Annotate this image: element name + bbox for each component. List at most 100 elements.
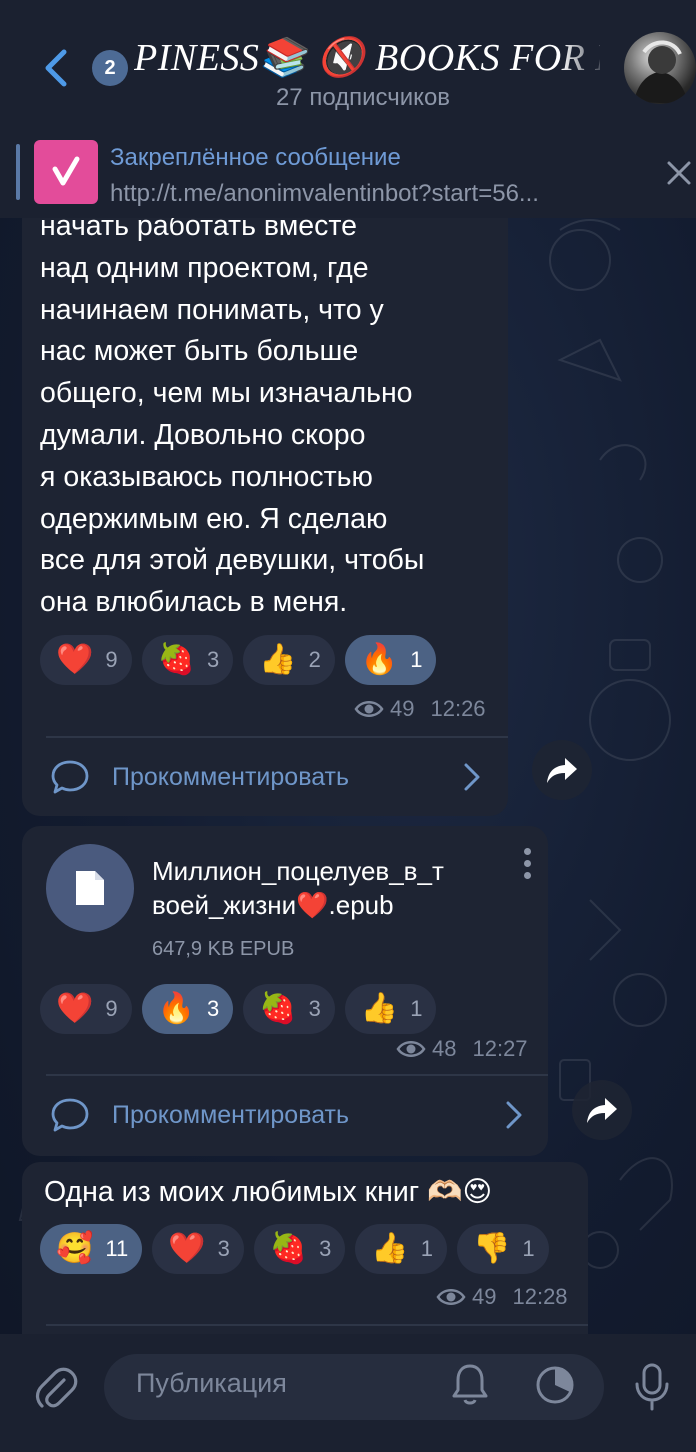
document-icon — [76, 871, 104, 905]
reaction-fire[interactable]: 🔥 1 — [344, 635, 437, 685]
message-meta: 48 12:27 — [396, 1036, 528, 1062]
reaction-count: 3 — [206, 996, 220, 1021]
file-download-button[interactable] — [46, 844, 134, 932]
comment-divider — [46, 736, 508, 738]
comment-button[interactable]: Прокомментировать — [50, 1094, 530, 1136]
thumbs-up-emoji: 👍 — [259, 643, 297, 676]
message-line: нас может быть больше — [40, 335, 359, 368]
reaction-thumbs-down[interactable]: 👎 1 — [457, 1224, 549, 1274]
channel-title[interactable]: PINESS📚 🔇 BOOKS FOR M — [134, 36, 600, 82]
chevron-right-icon — [464, 763, 480, 791]
reaction-heart[interactable]: ❤️ 9 — [40, 984, 132, 1034]
chevron-right-icon — [506, 1101, 522, 1129]
reaction-heart[interactable]: ❤️ 3 — [152, 1224, 244, 1274]
strawberry-emoji: 🍓 — [269, 1232, 308, 1265]
reactions-row: ❤️ 9 🔥 3 🍓 3 👍 1 — [40, 984, 446, 1034]
reaction-count: 3 — [217, 1236, 230, 1261]
message-meta: 49 12:28 — [436, 1284, 568, 1310]
paperclip-icon[interactable] — [34, 1364, 78, 1412]
views-eye-icon — [436, 1289, 466, 1305]
file-size: 647,9 KB EPUB — [152, 938, 295, 960]
channel-avatar[interactable] — [624, 32, 696, 104]
comment-button[interactable]: Прокомментировать — [50, 756, 490, 798]
input-placeholder: Публикация — [136, 1368, 287, 1398]
reaction-thumbs-up[interactable]: 👍 1 — [344, 984, 437, 1034]
reaction-count: 1 — [410, 996, 423, 1021]
reaction-count: 1 — [522, 1236, 535, 1261]
message-bubble-3[interactable]: Одна из моих любимых книг 🫶🏻😍 🥰 11 ❤️ 3 🍓 3… — [22, 1162, 588, 1352]
pinned-message-bar[interactable]: Закреплённое сообщение http://t.me/anoni… — [0, 124, 696, 218]
reaction-strawberry[interactable]: 🍓 3 — [141, 635, 234, 685]
comment-bubble-icon — [51, 1098, 89, 1132]
message-time: 12:27 — [472, 1036, 528, 1061]
share-arrow-icon — [587, 1098, 617, 1123]
comment-label: Прокомментировать — [112, 762, 350, 791]
reaction-fire[interactable]: 🔥 3 — [141, 984, 234, 1034]
message-time: 12:26 — [430, 696, 486, 721]
message-line: она влюбилась в меня. — [40, 586, 348, 619]
comment-bubble-icon — [51, 760, 89, 794]
pinned-text: http://t.me/anonimvalentinbot?start=56..… — [110, 180, 539, 207]
more-options-button[interactable] — [524, 848, 534, 884]
fire-emoji: 🔥 — [157, 992, 195, 1025]
file-name-line: воей_жизни❤️.epub — [152, 890, 394, 920]
message-line: над одним проектом, где — [40, 251, 369, 284]
bell-icon[interactable] — [450, 1362, 490, 1406]
reaction-count: 3 — [319, 1236, 332, 1261]
pinned-indicator — [16, 144, 20, 200]
strawberry-emoji: 🍓 — [259, 992, 297, 1025]
share-button[interactable] — [532, 740, 592, 800]
share-button[interactable] — [572, 1080, 632, 1140]
thumbs-up-emoji: 👍 — [371, 1232, 409, 1265]
reaction-count: 1 — [420, 1236, 434, 1261]
reaction-count: 2 — [308, 647, 321, 672]
comment-divider — [46, 1074, 548, 1076]
title-fade — [560, 30, 620, 90]
reaction-strawberry[interactable]: 🍓 3 — [243, 984, 335, 1034]
message-bubble-2[interactable]: Миллион_поцелуев_в_т воей_жизни❤️.epub 6… — [22, 826, 548, 1156]
pinned-thumbnail — [34, 140, 98, 204]
reaction-count: 1 — [410, 647, 423, 672]
avatar-image — [634, 40, 688, 104]
reaction-strawberry[interactable]: 🍓 3 — [253, 1224, 346, 1274]
views-eye-icon — [396, 1041, 426, 1057]
reaction-thumbs-up[interactable]: 👍 2 — [243, 635, 335, 685]
reaction-count: 9 — [105, 647, 118, 672]
heart-emoji: ❤️ — [56, 992, 94, 1025]
file-name: Миллион_поцелуев_в_т воей_жизни❤️.epub — [152, 854, 512, 922]
reaction-count: 11 — [105, 1236, 129, 1261]
reaction-thumbs-up[interactable]: 👍 1 — [355, 1224, 448, 1274]
reaction-smiling-hearts[interactable]: 🥰 11 — [40, 1224, 143, 1274]
valentine-check-icon — [52, 156, 80, 186]
file-name-line: Миллион_поцелуев_в_т — [152, 856, 444, 886]
share-arrow-icon — [547, 758, 577, 783]
strawberry-emoji: 🍓 — [157, 643, 195, 676]
timer-icon[interactable] — [534, 1364, 576, 1406]
heart-emoji: ❤️ — [168, 1232, 206, 1265]
message-line: все для этой девушки, чтобы — [40, 544, 425, 577]
views-count: 49 — [390, 696, 415, 721]
pinned-title: Закреплённое сообщение — [110, 144, 401, 171]
close-icon[interactable] — [664, 158, 694, 188]
fire-emoji: 🔥 — [360, 643, 399, 676]
message-text: Одна из моих любимых книг 🫶🏻😍 — [44, 1176, 493, 1208]
message-meta: 49 12:26 — [354, 696, 486, 722]
unread-count-badge: 2 — [92, 50, 128, 86]
views-count: 48 — [432, 1036, 457, 1061]
message-line: думали. Довольно скоро — [40, 418, 366, 451]
reaction-count: 9 — [105, 996, 118, 1021]
reaction-heart[interactable]: ❤️ 9 — [40, 635, 132, 685]
message-line: одержимым ею. Я сделаю — [40, 502, 388, 535]
microphone-icon[interactable] — [632, 1362, 672, 1412]
heart-emoji: ❤️ — [56, 643, 94, 676]
thumbs-up-emoji: 👍 — [360, 992, 399, 1025]
reaction-count: 3 — [308, 996, 321, 1021]
reactions-row: ❤️ 9 🍓 3 👍 2 🔥 1 — [40, 635, 446, 685]
views-count: 49 — [472, 1284, 497, 1309]
message-bubble-1[interactable]: начать работать вместе над одним проекто… — [22, 200, 508, 816]
comment-label: Прокомментировать — [112, 1100, 350, 1129]
reaction-count: 3 — [206, 647, 220, 672]
message-line: я оказываюсь полностью — [40, 460, 373, 493]
views-eye-icon — [354, 701, 384, 717]
message-line: начинаем понимать, что у — [40, 293, 384, 326]
